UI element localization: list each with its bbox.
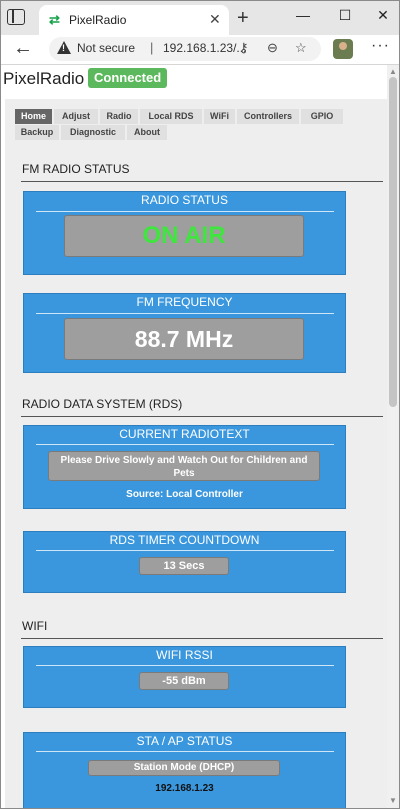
- url-text[interactable]: 192.168.1.23/...: [163, 41, 246, 55]
- card-divider: [36, 313, 334, 314]
- tab-local-rds[interactable]: Local RDS: [140, 109, 202, 124]
- close-tab-icon[interactable]: ✕: [209, 11, 221, 28]
- fm-frequency-display: 88.7 MHz: [64, 318, 304, 360]
- fm-frequency-card: FM FREQUENCY 88.7 MHz: [23, 293, 346, 373]
- browser-window: ⇄ PixelRadio ✕ + — ☐ ✕ ← Not secure | 19…: [0, 0, 400, 809]
- scroll-up-icon[interactable]: ▲: [389, 67, 397, 76]
- warning-icon[interactable]: [57, 41, 71, 54]
- pixelradio-favicon-icon: ⇄: [49, 12, 60, 27]
- on-air-display: ON AIR: [64, 215, 304, 257]
- radio-status-card: RADIO STATUS ON AIR: [23, 191, 346, 275]
- tab-actions-icon[interactable]: [7, 9, 25, 25]
- tab-title: PixelRadio: [69, 13, 127, 27]
- rds-timer-display: 13 Secs: [139, 557, 229, 575]
- tab-gpio[interactable]: GPIO: [301, 109, 343, 124]
- radiotext-card: CURRENT RADIOTEXT Please Drive Slowly an…: [23, 425, 346, 509]
- sta-mode-display: Station Mode (DHCP): [88, 760, 280, 776]
- section-title-fm: FM RADIO STATUS: [22, 162, 130, 176]
- page-viewport: PixelRadio Connected Home Adjust Radio L…: [1, 65, 387, 808]
- section-divider: [21, 416, 383, 417]
- close-window-icon[interactable]: ✕: [373, 7, 393, 24]
- card-divider: [36, 211, 334, 212]
- radiotext-source: Source: Local Controller: [126, 489, 243, 500]
- tab-about[interactable]: About: [127, 125, 167, 140]
- app-title: PixelRadio: [3, 69, 85, 88]
- main-content: Home Adjust Radio Local RDS WiFi Control…: [5, 99, 387, 808]
- tab-home[interactable]: Home: [15, 109, 52, 124]
- tab-bar: ⇄ PixelRadio ✕ + — ☐ ✕: [1, 1, 399, 35]
- maximize-icon[interactable]: ☐: [335, 7, 355, 24]
- zoom-out-icon[interactable]: ⊖: [267, 40, 278, 56]
- tab-backup[interactable]: Backup: [15, 125, 59, 140]
- address-separator: |: [150, 40, 154, 55]
- section-title-rds: RADIO DATA SYSTEM (RDS): [22, 397, 183, 411]
- scroll-down-icon[interactable]: ▼: [389, 796, 397, 805]
- favorite-star-icon[interactable]: ☆: [295, 40, 307, 56]
- section-divider: [21, 181, 383, 182]
- rds-timer-label: RDS TIMER COUNTDOWN: [109, 533, 260, 547]
- radiotext-line-1: Please Drive Slowly and Watch Out for Ch…: [60, 455, 308, 466]
- radio-status-label: RADIO STATUS: [141, 193, 228, 207]
- wifi-rssi-display: -55 dBm: [139, 672, 229, 690]
- back-arrow-icon[interactable]: ←: [13, 37, 33, 60]
- key-icon[interactable]: ⚷: [239, 40, 249, 56]
- card-divider: [36, 444, 334, 445]
- radiotext-label: CURRENT RADIOTEXT: [119, 427, 250, 441]
- wifi-rssi-card: WIFI RSSI -55 dBm: [23, 646, 346, 708]
- tab-diagnostic[interactable]: Diagnostic: [61, 125, 125, 140]
- tab-radio[interactable]: Radio: [100, 109, 138, 124]
- address-bar[interactable]: Not secure | 192.168.1.23/... ⚷ ⊖ ☆: [49, 37, 321, 61]
- card-divider: [36, 550, 334, 551]
- radiotext-display: Please Drive Slowly and Watch Out for Ch…: [48, 451, 320, 481]
- section-divider: [21, 638, 383, 639]
- tab-adjust[interactable]: Adjust: [54, 109, 98, 124]
- sta-ap-status-card: STA / AP STATUS Station Mode (DHCP) 192.…: [23, 732, 346, 808]
- profile-avatar[interactable]: [333, 39, 353, 59]
- fm-frequency-label: FM FREQUENCY: [136, 295, 233, 309]
- card-divider: [36, 751, 334, 752]
- rds-timer-card: RDS TIMER COUNTDOWN 13 Secs: [23, 531, 346, 593]
- ip-address: 192.168.1.23: [155, 783, 214, 794]
- minimize-icon[interactable]: —: [293, 7, 313, 23]
- more-menu-icon[interactable]: ···: [371, 37, 390, 55]
- tab-controllers[interactable]: Controllers: [237, 109, 299, 124]
- wifi-rssi-label: WIFI RSSI: [156, 648, 213, 662]
- browser-toolbar: ← Not secure | 192.168.1.23/... ⚷ ⊖ ☆ ··…: [1, 35, 399, 65]
- new-tab-icon[interactable]: +: [237, 8, 249, 28]
- section-title-wifi: WIFI: [22, 619, 48, 633]
- sta-ap-status-label: STA / AP STATUS: [136, 734, 233, 748]
- tab-wifi[interactable]: WiFi: [204, 109, 235, 124]
- browser-tab[interactable]: ⇄ PixelRadio ✕: [39, 5, 229, 35]
- security-label[interactable]: Not secure: [77, 41, 135, 55]
- status-badge: Connected: [88, 68, 168, 88]
- card-divider: [36, 665, 334, 666]
- scrollbar-thumb[interactable]: [389, 77, 397, 407]
- radiotext-line-2: Pets: [173, 468, 195, 479]
